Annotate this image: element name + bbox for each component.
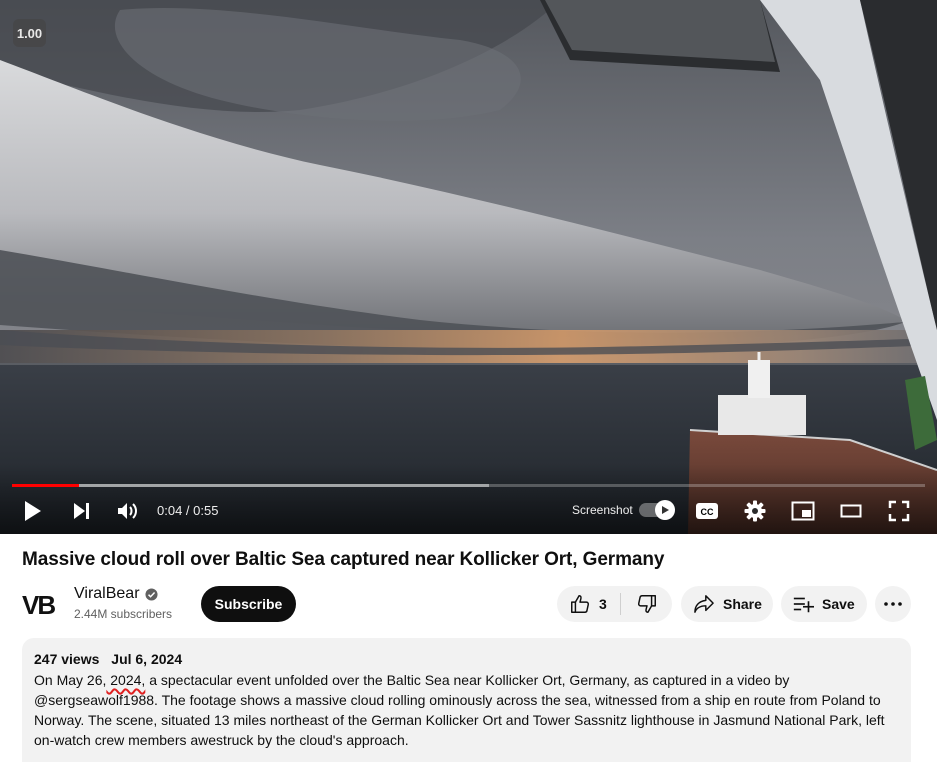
description-box[interactable]: 247 views Jul 6, 2024 On May 26, 2024, a… bbox=[22, 638, 911, 762]
view-count: 247 views bbox=[34, 651, 100, 667]
settings-gear-icon bbox=[744, 500, 766, 522]
like-dislike-group: 3 bbox=[557, 586, 672, 622]
progress-bar[interactable] bbox=[12, 484, 925, 487]
toggle-knob bbox=[655, 500, 675, 520]
video-frame[interactable] bbox=[0, 0, 937, 534]
svg-text:VB: VB bbox=[22, 591, 55, 617]
playback-speed-badge: 1.00 bbox=[13, 19, 46, 47]
more-actions-button[interactable] bbox=[875, 586, 911, 622]
thumbs-up-icon bbox=[571, 595, 590, 613]
fullscreen-icon bbox=[888, 500, 910, 522]
share-label: Share bbox=[723, 596, 762, 612]
save-button[interactable]: Save bbox=[781, 586, 867, 622]
share-icon bbox=[694, 595, 714, 613]
thumbs-down-icon bbox=[637, 595, 656, 613]
dislike-button[interactable] bbox=[621, 586, 672, 622]
video-player[interactable]: 1.00 0:04 / 0:55 Screenshot CC bbox=[0, 0, 937, 534]
miniplayer-button[interactable] bbox=[790, 497, 816, 525]
play-button[interactable] bbox=[18, 497, 46, 525]
time-separator: / bbox=[182, 503, 194, 518]
theater-mode-icon bbox=[840, 504, 862, 518]
captions-button[interactable]: CC bbox=[694, 497, 720, 525]
time-current: 0:04 bbox=[157, 503, 183, 518]
more-horizontal-icon bbox=[884, 602, 902, 606]
channel-avatar[interactable]: VB bbox=[22, 588, 64, 620]
svg-text:CC: CC bbox=[701, 507, 714, 517]
screenshot-label: Screenshot bbox=[572, 503, 633, 517]
next-button[interactable] bbox=[68, 497, 94, 525]
cc-icon: CC bbox=[696, 503, 718, 519]
time-display: 0:04 / 0:55 bbox=[157, 503, 218, 518]
like-count: 3 bbox=[599, 596, 607, 612]
video-title: Massive cloud roll over Baltic Sea captu… bbox=[22, 549, 665, 570]
settings-button[interactable] bbox=[742, 497, 768, 525]
progress-buffered bbox=[12, 484, 490, 487]
verified-badge-icon bbox=[145, 588, 158, 601]
share-button[interactable]: Share bbox=[681, 586, 773, 622]
upload-date: Jul 6, 2024 bbox=[111, 651, 183, 667]
volume-button[interactable] bbox=[114, 497, 140, 525]
play-small-icon bbox=[662, 506, 669, 514]
subscriber-count: 2.44M subscribers bbox=[74, 607, 173, 621]
next-icon bbox=[74, 503, 89, 519]
subscribe-button[interactable]: Subscribe bbox=[201, 586, 296, 622]
time-total: 0:55 bbox=[193, 503, 219, 518]
description-text-rest: a spectacular event unfolded over the Ba… bbox=[34, 672, 885, 748]
channel-logo-icon: VB bbox=[22, 591, 57, 617]
volume-icon bbox=[118, 503, 137, 519]
save-playlist-icon bbox=[793, 597, 814, 613]
description-text: On May 26, 2024, a spectacular event unf… bbox=[34, 670, 902, 750]
save-label: Save bbox=[822, 596, 855, 612]
theater-mode-button[interactable] bbox=[838, 497, 864, 525]
miniplayer-icon bbox=[791, 501, 815, 521]
fullscreen-button[interactable] bbox=[886, 497, 912, 525]
progress-played bbox=[12, 484, 79, 487]
channel-name[interactable]: ViralBear bbox=[74, 585, 140, 603]
spellcheck-marked-text: 2024, bbox=[106, 672, 146, 688]
play-icon bbox=[25, 501, 41, 521]
description-text-start: On May 26, bbox=[34, 672, 107, 688]
screenshot-toggle[interactable] bbox=[639, 500, 675, 520]
description-meta: 247 views Jul 6, 2024 bbox=[34, 651, 182, 667]
like-button[interactable]: 3 bbox=[557, 586, 619, 622]
